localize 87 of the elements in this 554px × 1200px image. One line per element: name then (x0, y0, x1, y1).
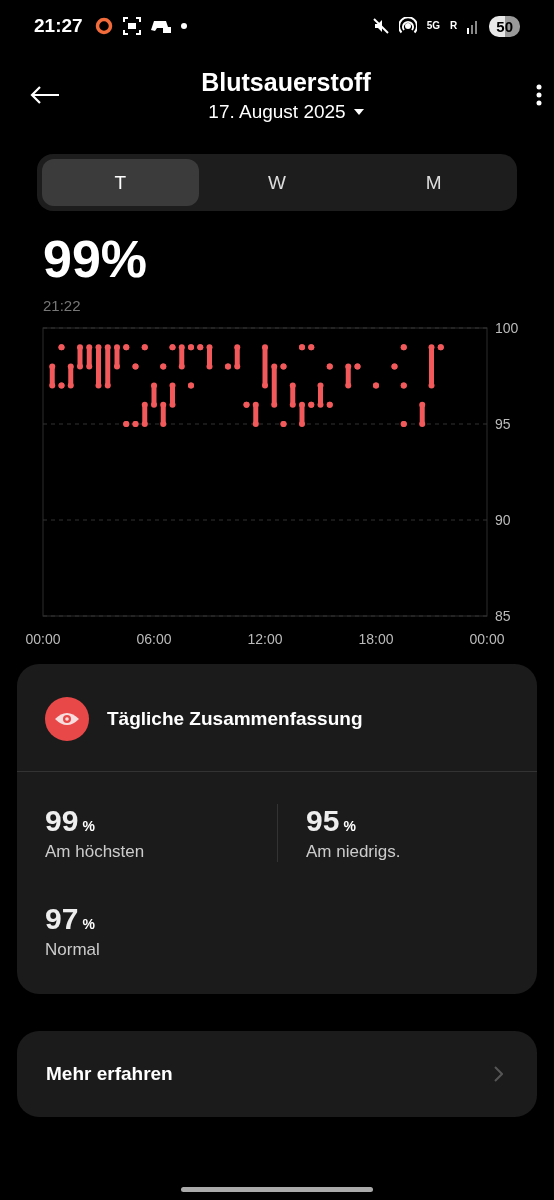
period-tab[interactable]: W (198, 159, 356, 206)
signal-icon (467, 18, 480, 34)
data-point (104, 344, 111, 351)
data-point (86, 344, 93, 351)
caret-icon (353, 108, 364, 115)
x-tick-label: 18:00 (358, 631, 394, 647)
x-tick-label: 00:00 (469, 631, 505, 647)
stat-unit: % (82, 916, 95, 932)
summary-title: Tägliche Zusammenfassung (107, 708, 363, 730)
data-point (271, 363, 278, 370)
stat-label: Am niedrigs. (306, 842, 402, 862)
data-point (299, 421, 305, 427)
data-point (160, 401, 167, 408)
data-point (317, 382, 324, 389)
data-point (151, 401, 157, 408)
stat-value: 95 (306, 804, 340, 838)
data-point (289, 382, 296, 389)
data-point (169, 382, 176, 389)
data-point (160, 421, 167, 427)
screenshot-icon (122, 17, 141, 35)
data-point (345, 382, 352, 389)
data-point (234, 344, 241, 351)
data-point (262, 344, 268, 351)
x-tick-label: 06:00 (136, 631, 172, 647)
data-point (114, 363, 120, 370)
period-tab[interactable]: T (42, 159, 199, 206)
data-point (419, 421, 426, 427)
data-point (151, 382, 157, 389)
data-point (345, 363, 352, 370)
data-point (234, 363, 241, 370)
measurement-time: 21:22 (43, 297, 82, 314)
data-point (206, 363, 213, 370)
data-point (104, 382, 111, 389)
stat-value: 99 (45, 804, 79, 838)
current-value: 99% (43, 233, 149, 285)
chevron-right-icon (493, 1066, 503, 1082)
stat-unit: % (343, 818, 356, 834)
stat-unit: % (82, 818, 95, 834)
x-tick-label: 12:00 (247, 631, 283, 647)
data-point (141, 401, 148, 408)
data-point (77, 344, 83, 351)
stat-label: Normal (45, 940, 101, 960)
data-point (95, 382, 102, 389)
data-point (77, 363, 83, 370)
data-point (86, 363, 93, 370)
data-point (67, 363, 74, 370)
stat-label: Am höchsten (45, 842, 146, 862)
data-point (428, 344, 435, 351)
data-point (141, 421, 148, 427)
data-point (252, 421, 259, 427)
data-point (206, 344, 213, 351)
data-point (49, 363, 56, 370)
x-tick-label: 00:00 (25, 631, 61, 647)
data-point (67, 382, 74, 389)
data-point (428, 382, 435, 389)
stat-value: 97 (45, 902, 79, 936)
data-point (289, 401, 296, 408)
eye-icon (45, 697, 89, 741)
period-tab[interactable]: M (355, 159, 512, 206)
learn-more-button[interactable]: Mehr erfahren (17, 1031, 537, 1117)
mute-icon (372, 18, 389, 34)
y-tick-label: 90 (495, 512, 511, 528)
date-selector[interactable]: 17. August 2025 (208, 100, 364, 123)
data-point (262, 382, 268, 389)
status-time: 21:27 (34, 15, 83, 37)
data-point (178, 344, 185, 351)
data-point (114, 344, 120, 351)
data-point (419, 401, 426, 408)
data-point (252, 401, 259, 408)
y-tick-label: 100 (495, 322, 519, 336)
dot-icon (180, 23, 187, 29)
y-tick-label: 95 (495, 416, 511, 432)
y-tick-label: 85 (495, 608, 511, 624)
roaming-label: R (450, 21, 458, 31)
battery-indicator: 50 (489, 15, 520, 37)
data-point (169, 401, 176, 408)
data-point (49, 382, 56, 389)
data-point (271, 401, 278, 408)
ring-icon (94, 17, 113, 35)
data-point (317, 401, 324, 408)
more-icon (536, 84, 542, 106)
network-label: 5G (426, 21, 441, 31)
hotspot-icon (398, 17, 417, 35)
page-title: Blutsauerstoff (201, 67, 371, 97)
data-point (95, 344, 102, 351)
data-point (299, 401, 305, 408)
data-point (178, 363, 185, 370)
